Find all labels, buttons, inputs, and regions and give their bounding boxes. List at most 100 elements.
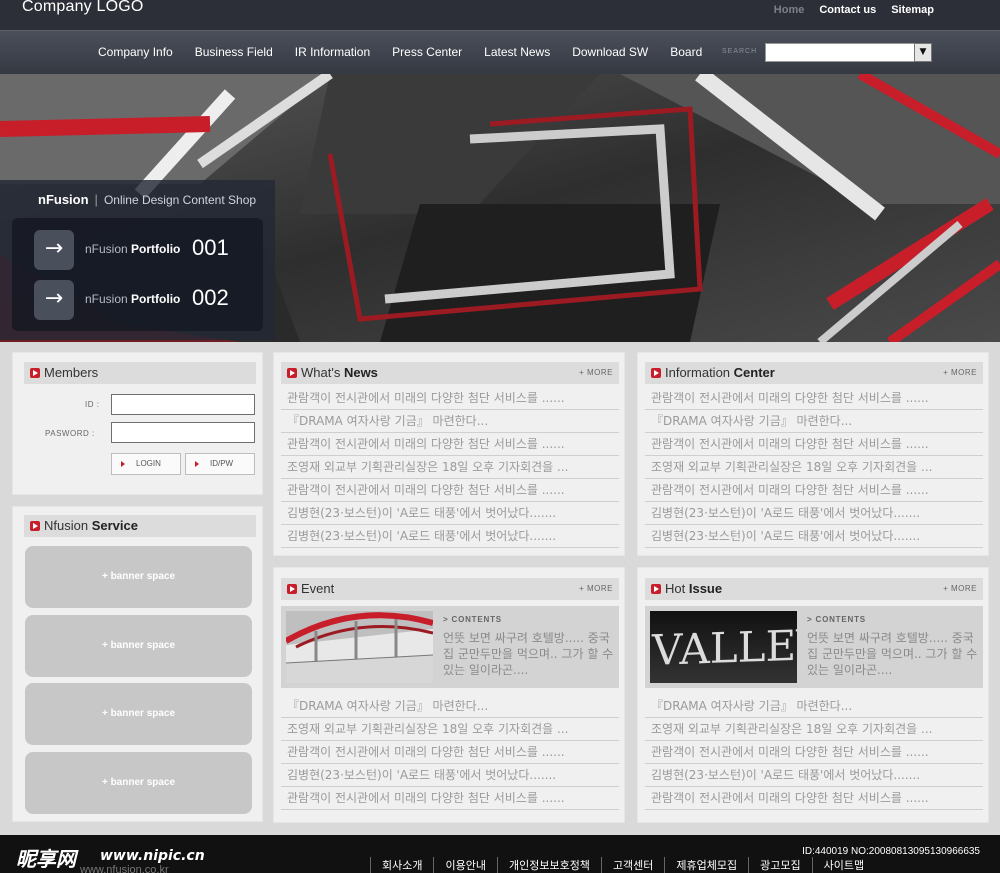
bullet-icon (287, 584, 297, 594)
nav-download-sw[interactable]: Download SW (572, 45, 648, 59)
contents-tag: > CONTENTS (443, 615, 502, 624)
event-more-link[interactable]: + MORE (579, 584, 613, 593)
list-item[interactable]: 관람객이 전시관에서 미래의 다양한 첨단 서비스를 ...... (281, 741, 619, 764)
list-item[interactable]: 김병현(23·보스턴)이 'A로드 태풍'에서 벗어났다....... (645, 764, 983, 787)
list-item[interactable]: 관람객이 전시관에서 미래의 다양한 첨단 서비스를 ...... (645, 787, 983, 810)
banner-space-3[interactable]: + banner space (25, 683, 252, 745)
list-item[interactable]: 관람객이 전시관에서 미래의 다양한 첨단 서비스를 ...... (281, 787, 619, 810)
event-title: Event (301, 581, 335, 596)
members-header: Members (24, 362, 256, 384)
list-item[interactable]: 관람객이 전시관에서 미래의 다양한 첨단 서비스를 ...... (281, 433, 619, 456)
login-button[interactable]: LOGIN (111, 453, 181, 475)
nav-business-field[interactable]: Business Field (195, 45, 273, 59)
list-item[interactable]: 관람객이 전시관에서 미래의 다양한 첨단 서비스를 ...... (281, 387, 619, 410)
list-item[interactable]: 조영재 외교부 기획관리실장은 18일 오후 기자회견을 ... (645, 718, 983, 741)
banner-space-2[interactable]: + banner space (25, 615, 252, 677)
hero-title: nFusion | Online Design Content Shop (38, 192, 257, 207)
list-item[interactable]: 김병현(23·보스턴)이 'A로드 태풍'에서 벗어났다....... (645, 525, 983, 548)
contact-link[interactable]: Contact us (819, 4, 876, 16)
list-item[interactable]: 관람객이 전시관에서 미래의 다양한 첨단 서비스를 ...... (645, 433, 983, 456)
info-more-link[interactable]: + MORE (943, 368, 977, 377)
footer-link-partners[interactable]: 제휴업체모집 (664, 857, 748, 873)
list-item[interactable]: 관람객이 전시관에서 미래의 다양한 첨단 서비스를 ...... (645, 741, 983, 764)
contents-tag: > CONTENTS (807, 615, 866, 624)
bullet-icon (30, 368, 40, 378)
list-item[interactable]: 조영재 외교부 기획관리실장은 18일 오후 기자회견을 ... (281, 456, 619, 479)
list-item[interactable]: 관람객이 전시관에서 미래의 다양한 첨단 서비스를 ...... (645, 387, 983, 410)
footer: 昵享网 www.nipic.cn www.nfusion.co.kr ID:44… (0, 835, 1000, 873)
members-panel: Members ID : PASWORD : LOGIN ID/PW (12, 352, 263, 495)
hero-banner: nFusion | Online Design Content Shop → nFu… (0, 74, 1000, 342)
home-link[interactable]: Home (774, 4, 805, 16)
footer-link-company[interactable]: 회사소개 (370, 857, 433, 873)
service-panel: Nfusion Service + banner space + banner … (12, 506, 263, 822)
news-more-link[interactable]: + MORE (579, 368, 613, 377)
nav-latest-news[interactable]: Latest News (484, 45, 550, 59)
arrow-right-icon[interactable]: → (34, 280, 74, 320)
footer-link-sitemap[interactable]: 사이트맵 (811, 857, 875, 873)
information-center-panel: Information Center + MORE 관람객이 전시관에서 미래의… (637, 352, 989, 556)
footer-logo: 昵享网 (16, 847, 76, 871)
news-title: What's News (301, 365, 378, 380)
nav-board[interactable]: Board (670, 45, 702, 59)
footer-link-guide[interactable]: 이용안내 (433, 857, 496, 873)
footer-link-support[interactable]: 고객센터 (600, 857, 664, 873)
hot-issue-panel: Hot Issue + MORE VALLEY > CONTENTS 언뜻 보면… (637, 567, 989, 823)
portfolio-item-002[interactable]: → nFusion Portfolio 002 (34, 280, 264, 322)
event-header: Event + MORE (281, 578, 619, 600)
id-pw-button[interactable]: ID/PW (185, 453, 255, 475)
whats-news-panel: What's News + MORE 관람객이 전시관에서 미래의 다양한 첨단… (273, 352, 625, 556)
event-thumbnail[interactable] (286, 611, 433, 683)
hot-contents[interactable]: VALLEY > CONTENTS 언뜻 보면 싸구려 호텔방..... 중국집… (645, 606, 983, 688)
nav-press-center[interactable]: Press Center (392, 45, 462, 59)
list-item[interactable]: 김병현(23·보스턴)이 'A로드 태풍'에서 벗어났다....... (281, 764, 619, 787)
list-item[interactable]: 관람객이 전시관에서 미래의 다양한 첨단 서비스를 ...... (645, 479, 983, 502)
top-bar: Company LOGO Home Contact us Sitemap (0, 0, 1000, 30)
list-item[interactable]: 『DRAMA 여자사랑 기금』 마련한다... (281, 695, 619, 718)
event-contents[interactable]: > CONTENTS 언뜻 보면 싸구려 호텔방..... 중국집 군만두만을 … (281, 606, 619, 688)
list-item[interactable]: 『DRAMA 여자사랑 기금』 마련한다... (281, 410, 619, 433)
portfolio-item-001[interactable]: → nFusion Portfolio 001 (34, 230, 264, 272)
top-links: Home Contact us Sitemap (774, 4, 934, 16)
bullet-icon (651, 368, 661, 378)
list-item[interactable]: 조영재 외교부 기획관리실장은 18일 오후 기자회견을 ... (645, 456, 983, 479)
list-item[interactable]: 조영재 외교부 기획관리실장은 18일 오후 기자회견을 ... (281, 718, 619, 741)
valley-text: VALLEY (651, 620, 797, 675)
banner-space-4[interactable]: + banner space (25, 752, 252, 814)
portfolio-number: 002 (192, 285, 229, 310)
bullet-icon (30, 521, 40, 531)
hot-list: 『DRAMA 여자사랑 기금』 마련한다... 조영재 외교부 기획관리실장은 … (645, 695, 983, 810)
id-input[interactable] (111, 394, 255, 415)
footer-sub: www.nfusion.co.kr (80, 864, 169, 873)
contents-text[interactable]: 언뜻 보면 싸구려 호텔방..... 중국집 군만두만을 먹으며.. 그가 할 … (807, 630, 979, 678)
list-item[interactable]: 김병현(23·보스턴)이 'A로드 태풍'에서 벗어났다....... (281, 525, 619, 548)
hot-thumbnail[interactable]: VALLEY (650, 611, 797, 683)
banner-space-1[interactable]: + banner space (25, 546, 252, 608)
list-item[interactable]: 김병현(23·보스턴)이 'A로드 태풍'에서 벗어났다....... (281, 502, 619, 525)
password-input[interactable] (111, 422, 255, 443)
bullet-icon (651, 584, 661, 594)
members-title: Members (44, 365, 99, 380)
hot-more-link[interactable]: + MORE (943, 584, 977, 593)
nav-company-info[interactable]: Company Info (98, 45, 173, 59)
main-nav: Company Info Business Field IR Informati… (98, 45, 702, 59)
list-item[interactable]: 『DRAMA 여자사랑 기금』 마련한다... (645, 695, 983, 718)
footer-link-ads[interactable]: 광고모집 (748, 857, 811, 873)
portfolio-label: nFusion Portfolio (85, 242, 181, 256)
list-item[interactable]: 관람객이 전시관에서 미래의 다양한 첨단 서비스를 ...... (281, 479, 619, 502)
news-header: What's News + MORE (281, 362, 619, 384)
chevron-down-icon[interactable]: ▼ (914, 43, 932, 62)
list-item[interactable]: 『DRAMA 여자사랑 기금』 마련한다... (645, 410, 983, 433)
nav-ir-information[interactable]: IR Information (295, 45, 370, 59)
footer-id: ID:440019 NO:20080813095130966635 (802, 846, 980, 857)
hot-title: Hot Issue (665, 581, 723, 596)
footer-link-privacy[interactable]: 개인정보보호정책 (496, 857, 601, 873)
service-title: Nfusion Service (44, 518, 138, 533)
list-item[interactable]: 김병현(23·보스턴)이 'A로드 태풍'에서 벗어났다....... (645, 502, 983, 525)
search-input[interactable] (765, 43, 915, 62)
company-logo[interactable]: Company LOGO (22, 0, 144, 16)
arrow-right-icon[interactable]: → (34, 230, 74, 270)
contents-text[interactable]: 언뜻 보면 싸구려 호텔방..... 중국집 군만두만을 먹으며.. 그가 할 … (443, 630, 615, 678)
sitemap-link[interactable]: Sitemap (891, 4, 934, 16)
password-label: PASWORD : (45, 429, 95, 438)
